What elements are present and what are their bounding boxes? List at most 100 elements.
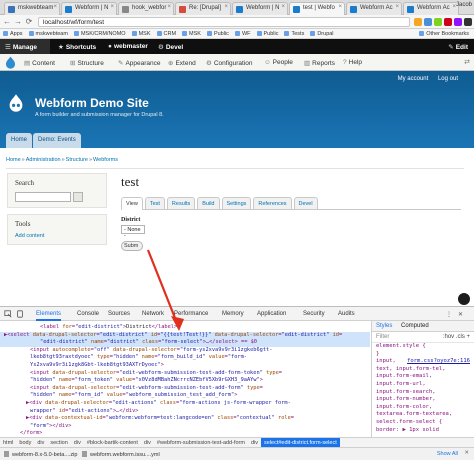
forward-icon[interactable]: → — [13, 17, 23, 26]
bookmark-item[interactable]: Public — [207, 31, 229, 37]
tray-item-structure[interactable]: ⊞ Structure — [70, 59, 104, 67]
browser-tab[interactable]: Webform | N × — [232, 2, 288, 15]
elements-tree[interactable]: <label for="edit-district">District</lab… — [0, 321, 370, 437]
tray-item-appearance[interactable]: ✎ Appearance — [118, 59, 161, 67]
devtools-tab-security[interactable]: Security — [303, 311, 325, 317]
devtools-tab-elements[interactable]: Elements — [36, 311, 62, 321]
edit-button[interactable]: ✎ Edit — [448, 43, 468, 51]
window-user-label[interactable]: Jacob — [456, 2, 472, 8]
other-bookmarks[interactable]: Other Bookmarks — [419, 31, 469, 37]
back-icon[interactable]: ← — [2, 17, 12, 26]
tab-computed[interactable]: Computed — [401, 323, 429, 329]
close-icon[interactable]: × — [281, 4, 285, 10]
inspect-icon[interactable] — [4, 310, 12, 318]
tray-item-content[interactable]: ▤ Content — [24, 59, 55, 67]
devtools-tab-memory[interactable]: Memory — [222, 311, 244, 317]
manage-button[interactable]: ☰ Manage — [5, 43, 37, 51]
browser-tab[interactable]: mskwebteam × — [4, 2, 60, 15]
close-icon[interactable]: × — [53, 4, 57, 10]
tray-item-reports[interactable]: ▥ Reports — [304, 59, 335, 67]
devtools-tab-console[interactable]: Console — [77, 311, 99, 317]
close-icon[interactable]: × — [224, 4, 228, 10]
shortcuts-button[interactable]: ★ Shortcuts — [58, 43, 96, 51]
close-icon[interactable]: ✕ — [464, 450, 469, 456]
district-select[interactable]: - None - — [121, 225, 145, 239]
submit-button[interactable]: Subm — [121, 241, 143, 251]
bookmark-item[interactable]: MSK — [132, 31, 151, 37]
tray-item-help[interactable]: ? Help — [343, 59, 362, 66]
page-action-icon[interactable] — [458, 293, 470, 305]
tray-item-configuration[interactable]: ⚙ Configuration — [206, 59, 253, 67]
extension-icon[interactable] — [464, 18, 472, 26]
bookmark-item[interactable]: MSK/CRM/NOMO — [74, 31, 126, 37]
bookmark-item[interactable]: Tests — [284, 31, 304, 37]
bookmark-item[interactable]: Drupal — [310, 31, 333, 37]
close-icon[interactable]: × — [167, 4, 171, 10]
tray-item-people[interactable]: ☺ People — [264, 59, 293, 66]
close-icon[interactable]: × — [395, 4, 399, 10]
bookmark-item[interactable]: Public — [257, 31, 279, 37]
breadcrumb-link[interactable]: Home — [6, 157, 21, 163]
url-input[interactable]: localhost/wf/form/test — [38, 17, 410, 27]
download-item[interactable]: webform.webform.issu....yml — [82, 451, 160, 458]
extension-icon[interactable] — [434, 18, 442, 26]
breadcrumb-link[interactable]: Webforms — [93, 157, 118, 163]
drupal-logo-icon[interactable] — [4, 56, 17, 69]
bookmark-item[interactable]: MSK — [182, 31, 201, 37]
reload-icon[interactable]: ⟳ — [24, 17, 34, 26]
tab-build[interactable]: Build — [197, 197, 220, 209]
stylesheet-link[interactable]: form.css?oyoz7e:116 — [407, 358, 470, 364]
tab-results[interactable]: Results — [166, 197, 196, 209]
site-name[interactable]: Webform Demo Site — [35, 96, 149, 110]
devtools-tab-application[interactable]: Application — [257, 311, 286, 317]
primary-tab[interactable]: Demo: Events — [33, 133, 81, 148]
browser-tab[interactable]: Webform Ac × — [346, 2, 402, 15]
tab-settings[interactable]: Settings — [221, 197, 252, 209]
tab-devel[interactable]: Devel — [293, 197, 318, 209]
tray-orientation-icon[interactable]: ⇄ — [464, 58, 470, 66]
search-input[interactable] — [15, 192, 71, 202]
styles-filter[interactable]: Filter :hov .cls + — [372, 332, 474, 343]
bookmark-item[interactable]: CRM — [157, 31, 177, 37]
browser-tab[interactable]: test | Webfo × — [289, 2, 345, 15]
browser-tab[interactable]: Webform | N × — [61, 2, 117, 15]
browser-tab[interactable]: Re: [Drupal] × — [175, 2, 231, 15]
primary-tab[interactable]: Home — [6, 133, 33, 148]
extension-icon[interactable] — [454, 18, 462, 26]
filter-actions[interactable]: :hov .cls + — [443, 334, 470, 340]
tab-references[interactable]: References — [253, 197, 292, 209]
download-item[interactable]: webform-8.x-5.0-beta....zip — [4, 451, 77, 458]
search-button[interactable] — [73, 192, 83, 202]
close-icon[interactable]: × — [338, 4, 342, 10]
devel-button[interactable]: ⚙ Devel — [158, 43, 183, 51]
log-out-link[interactable]: Log out — [438, 76, 458, 82]
filter-input[interactable]: Filter — [376, 334, 389, 340]
close-icon[interactable]: ✕ — [458, 311, 463, 318]
bookmark-item[interactable]: WF — [235, 31, 251, 37]
devtools-tab-audits[interactable]: Audits — [338, 311, 355, 317]
more-icon[interactable]: ⋮ — [446, 311, 452, 318]
extension-icon[interactable] — [444, 18, 452, 26]
devtools-tab-sources[interactable]: Sources — [108, 311, 130, 317]
breadcrumb-link[interactable]: Structure — [66, 157, 88, 163]
add-content-link[interactable]: Add content — [15, 233, 99, 239]
bookmark-item[interactable]: Apps — [3, 31, 23, 37]
browser-tab[interactable]: hook_webfor × — [118, 2, 174, 15]
extension-icon[interactable] — [414, 18, 422, 26]
dom-node-line[interactable]: </form> — [0, 430, 370, 437]
tab-view[interactable]: View — [121, 197, 143, 210]
browser-tab[interactable]: Webform Ac × — [403, 2, 459, 15]
devtools-tab-network[interactable]: Network — [142, 311, 164, 317]
close-icon[interactable]: × — [110, 4, 114, 10]
user-button[interactable]: ● webmaster — [108, 43, 148, 50]
tray-item-extend[interactable]: ⊕ Extend — [168, 59, 196, 67]
tab-test[interactable]: Test — [144, 197, 165, 209]
show-all-downloads-link[interactable]: Show All — [437, 451, 458, 457]
bookmark-item[interactable]: mskwebteam — [29, 31, 68, 37]
breadcrumb-link[interactable]: Administration — [26, 157, 61, 163]
extension-icon[interactable] — [424, 18, 432, 26]
my-account-link[interactable]: My account — [398, 76, 429, 82]
drupal-logo-icon[interactable] — [8, 93, 24, 113]
devtools-tab-performance[interactable]: Performance — [174, 311, 208, 317]
tab-styles[interactable]: Styles — [376, 323, 392, 329]
